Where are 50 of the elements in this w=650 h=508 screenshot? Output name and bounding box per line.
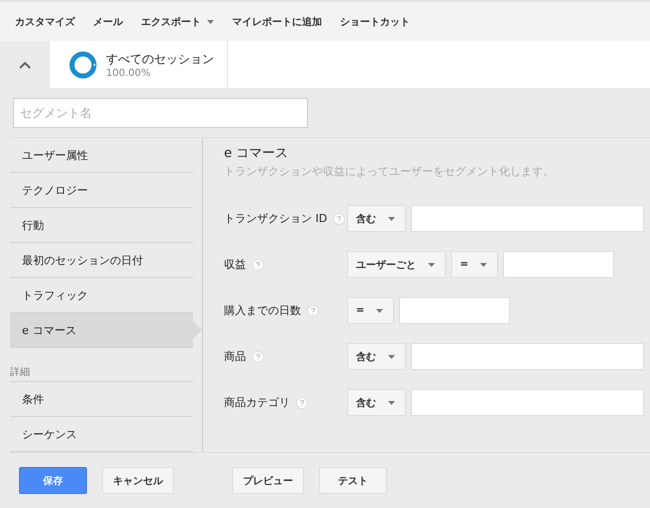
field-label: 商品カテゴリ xyxy=(224,395,290,410)
input-field[interactable] xyxy=(411,205,644,232)
input-field[interactable] xyxy=(411,343,644,370)
footer-button[interactable]: テスト xyxy=(319,467,387,494)
input-field[interactable] xyxy=(503,251,614,278)
toolbar-link[interactable]: エクスポート xyxy=(132,14,223,28)
toolbar-link[interactable]: カスタマイズ xyxy=(6,14,84,28)
help-icon[interactable] xyxy=(333,212,346,224)
sidebar-item[interactable]: テクノロジー xyxy=(10,173,193,208)
section-heading: 詳細 xyxy=(10,365,193,382)
input-field[interactable] xyxy=(399,297,510,324)
sidebar-item[interactable]: ユーザー属性 xyxy=(10,138,193,173)
sidebar-item[interactable]: 条件 xyxy=(10,382,193,417)
caret-icon xyxy=(388,354,395,358)
ring-icon xyxy=(68,50,98,80)
field-label: 購入までの日数 xyxy=(224,303,301,318)
dropdown[interactable]: = xyxy=(347,297,394,324)
caret-icon xyxy=(480,262,488,266)
field-label: 商品 xyxy=(224,349,246,364)
footer-button[interactable]: キャンセル xyxy=(102,467,174,494)
toolbar-link[interactable]: マイレポートに追加 xyxy=(223,14,331,28)
help-icon[interactable] xyxy=(307,304,319,316)
footer-button[interactable]: プレビュー xyxy=(232,467,304,494)
sidebar-item[interactable]: 最初のセッションの日付 xyxy=(10,243,193,278)
caret-icon xyxy=(428,262,435,266)
panel-title: e コマース xyxy=(224,145,290,162)
help-icon[interactable] xyxy=(252,258,264,270)
dropdown[interactable]: 含む xyxy=(347,389,406,416)
field-label: 収益 xyxy=(224,257,246,272)
dropdown[interactable]: = xyxy=(451,251,498,278)
field-label: トランザクション ID xyxy=(224,211,328,226)
dropdown[interactable]: ユーザーごと xyxy=(347,251,446,278)
input-field[interactable] xyxy=(411,389,644,416)
toolbar-link[interactable]: メール xyxy=(84,14,132,28)
help-icon[interactable] xyxy=(252,350,264,362)
caret-icon xyxy=(388,400,395,404)
panel-description: トランザクションや収益によってユーザーをセグメント化します。 xyxy=(224,164,555,179)
collapse-icon[interactable] xyxy=(19,60,31,68)
sidebar-item[interactable]: シーケンス xyxy=(10,417,193,452)
caret-icon xyxy=(388,216,395,220)
toolbar-link[interactable]: ショートカット xyxy=(331,14,419,28)
segment-percent: 100.00% xyxy=(106,68,152,78)
pointer-icon xyxy=(193,321,202,339)
help-icon[interactable] xyxy=(296,396,308,408)
dropdown[interactable]: 含む xyxy=(347,343,406,370)
sidebar-item[interactable]: 行動 xyxy=(10,208,193,243)
caret-icon xyxy=(376,308,384,312)
segment-name: すべてのセッション xyxy=(106,50,214,68)
dropdown[interactable]: 含む xyxy=(347,205,406,232)
segment-name-field[interactable]: セグメント名 xyxy=(13,98,308,128)
